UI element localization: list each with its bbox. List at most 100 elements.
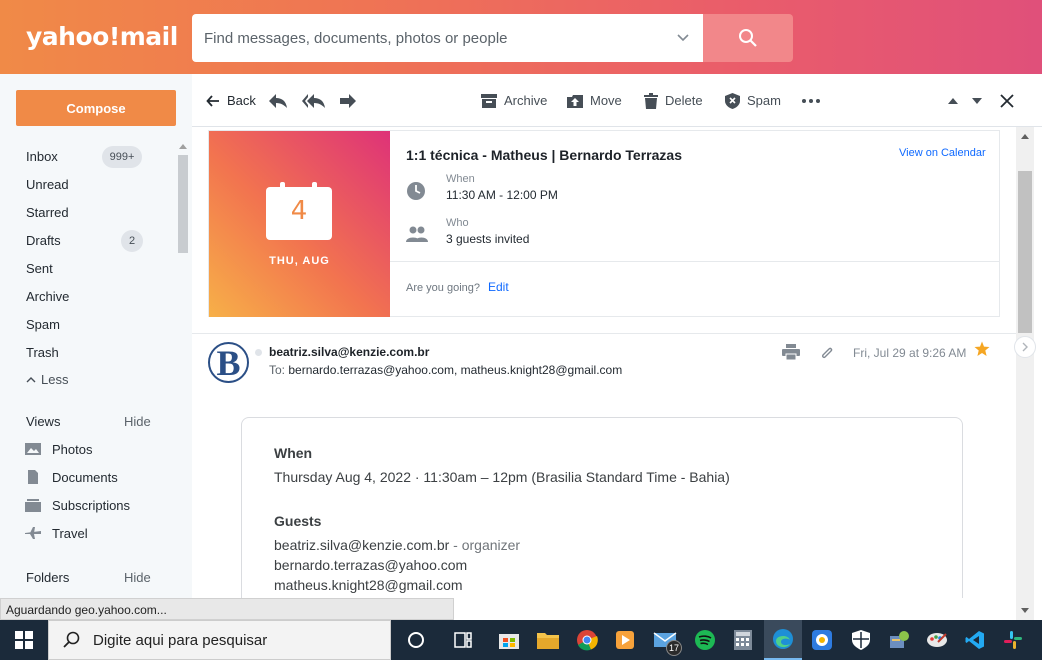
- compose-button[interactable]: Compose: [16, 90, 176, 126]
- search-icon: [739, 29, 757, 47]
- photo-icon: [25, 443, 41, 455]
- subscriptions-icon: [25, 499, 41, 512]
- folder-archive[interactable]: Archive: [26, 289, 69, 304]
- folder-inbox[interactable]: Inbox: [26, 149, 58, 164]
- folder-unread[interactable]: Unread: [26, 177, 69, 192]
- guest-email[interactable]: beatriz.silva@kenzie.com.br: [274, 537, 449, 553]
- file-explorer-button[interactable]: [529, 620, 567, 660]
- star-icon[interactable]: [974, 341, 990, 357]
- content-scroll-thumb[interactable]: [1018, 171, 1032, 333]
- event-divider: [390, 261, 1000, 262]
- folder-icon: [537, 633, 559, 649]
- view-documents[interactable]: Documents: [24, 469, 118, 485]
- folder-trash[interactable]: Trash: [26, 345, 59, 360]
- message-divider: [192, 333, 1016, 334]
- scroll-up-icon[interactable]: [1016, 129, 1034, 143]
- view-subscriptions[interactable]: Subscriptions: [24, 497, 130, 513]
- view-travel[interactable]: Travel: [24, 525, 88, 541]
- folders-hide-link[interactable]: Hide: [124, 570, 151, 585]
- close-button[interactable]: [1000, 74, 1021, 127]
- move-button[interactable]: Move: [567, 74, 622, 127]
- content-scrollbar[interactable]: [1016, 127, 1034, 620]
- views-hide-link[interactable]: Hide: [124, 414, 151, 429]
- start-button[interactable]: [0, 620, 48, 660]
- vscode-button[interactable]: [956, 620, 994, 660]
- view-on-calendar-link[interactable]: View on Calendar: [899, 147, 986, 159]
- next-panel-button[interactable]: [1014, 336, 1036, 358]
- media-player-button[interactable]: [606, 620, 644, 660]
- spam-label: Spam: [747, 93, 781, 108]
- invite-when-text: Thursday Aug 4, 2022 · 11:30am – 12pm (B…: [274, 469, 730, 485]
- archive-button[interactable]: Archive: [481, 74, 547, 127]
- trash-icon: [644, 92, 658, 109]
- less-toggle[interactable]: Less: [26, 372, 68, 387]
- vscode-icon: [965, 631, 984, 649]
- sidebar: Compose Inbox 999+ Unread Starred Drafts…: [0, 74, 192, 598]
- sender-avatar[interactable]: B: [208, 342, 249, 383]
- back-label: Back: [227, 93, 256, 108]
- defender-button[interactable]: [842, 620, 880, 660]
- search-button[interactable]: [703, 14, 793, 62]
- scroll-down-icon[interactable]: [1016, 604, 1034, 618]
- delete-label: Delete: [665, 93, 703, 108]
- spam-button[interactable]: Spam: [725, 74, 781, 127]
- reply-button[interactable]: [268, 74, 295, 127]
- spotify-button[interactable]: [686, 620, 724, 660]
- move-icon: [567, 95, 583, 108]
- recipients[interactable]: bernardo.terrazas@yahoo.com, matheus.kni…: [288, 363, 622, 377]
- people-icon: [406, 226, 428, 242]
- message-toolbar: Back Archive Move Delete Spam: [192, 74, 1042, 127]
- slack-button[interactable]: [994, 620, 1032, 660]
- sidebar-scroll-thumb[interactable]: [178, 155, 188, 253]
- defender-icon: [852, 630, 870, 650]
- guest-email[interactable]: bernardo.terrazas@yahoo.com: [274, 557, 467, 573]
- chevron-down-icon[interactable]: [676, 30, 690, 44]
- event-date-label: THU, AUG: [269, 255, 330, 267]
- forward-button[interactable]: [339, 74, 364, 127]
- slack-icon: [1004, 631, 1022, 649]
- attachment-icon[interactable]: [820, 346, 834, 360]
- folder-starred[interactable]: Starred: [26, 205, 69, 220]
- chrome-icon: [577, 630, 598, 651]
- guest-role: - organizer: [449, 537, 521, 553]
- sidebar-scrollbar[interactable]: [178, 138, 188, 598]
- view-photos[interactable]: Photos: [24, 441, 92, 457]
- browser-status-bar: Aguardando geo.yahoo.com...: [0, 598, 454, 620]
- reply-all-button[interactable]: [302, 74, 333, 127]
- drafts-count-badge: 2: [121, 230, 143, 252]
- sender-email[interactable]: beatriz.silva@kenzie.com.br: [269, 345, 429, 359]
- event-day-number: 4: [290, 196, 308, 226]
- edge-button[interactable]: [764, 620, 802, 660]
- spotify-icon: [695, 630, 715, 650]
- shield-icon: [725, 92, 740, 109]
- print-icon[interactable]: [782, 344, 800, 360]
- message-content: 4 THU, AUG 1:1 técnica - Matheus | Berna…: [192, 127, 1016, 598]
- rsvp-question: Are you going?: [406, 282, 480, 294]
- folder-drafts[interactable]: Drafts: [26, 233, 61, 248]
- delete-button[interactable]: Delete: [644, 74, 703, 127]
- device-app-button[interactable]: [880, 620, 918, 660]
- more-actions-button[interactable]: [801, 74, 828, 127]
- paint-button[interactable]: [918, 620, 956, 660]
- next-message-button[interactable]: [971, 74, 990, 127]
- calculator-button[interactable]: [724, 620, 762, 660]
- folder-spam[interactable]: Spam: [26, 317, 60, 332]
- cortana-button[interactable]: [397, 620, 435, 660]
- caret-down-icon: [972, 97, 982, 104]
- ship-app-button[interactable]: [803, 620, 841, 660]
- taskbar-search[interactable]: Digite aqui para pesquisar: [48, 620, 391, 660]
- back-button[interactable]: Back: [206, 74, 256, 127]
- guest-email[interactable]: matheus.knight28@gmail.com: [274, 577, 463, 593]
- chrome-button[interactable]: [568, 620, 606, 660]
- task-view-button[interactable]: [444, 620, 482, 660]
- yahoo-mail-logo[interactable]: yahoo!mail: [26, 22, 178, 51]
- media-player-icon: [616, 631, 634, 649]
- folder-sent[interactable]: Sent: [26, 261, 53, 276]
- mail-button[interactable]: 17: [646, 620, 684, 660]
- previous-message-button[interactable]: [947, 74, 966, 127]
- search-input[interactable]: [192, 14, 652, 62]
- scroll-up-icon: [179, 144, 187, 149]
- message-date: Fri, Jul 29 at 9:26 AM: [853, 346, 967, 360]
- store-button[interactable]: [490, 620, 528, 660]
- rsvp-edit-link[interactable]: Edit: [488, 280, 509, 294]
